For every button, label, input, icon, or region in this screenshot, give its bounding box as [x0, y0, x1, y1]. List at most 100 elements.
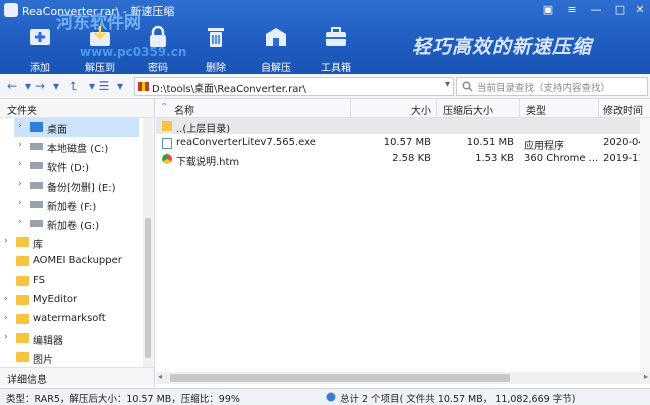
add-label: 添加 — [14, 59, 66, 74]
column-size-label: 大小 — [411, 102, 431, 117]
search-icon — [462, 81, 473, 92]
toolbox-label: 工具箱 — [310, 59, 362, 74]
forward-button[interactable]: → — [32, 78, 48, 94]
tree-item[interactable]: ›MyEditor — [0, 291, 140, 310]
expand-arrow-icon[interactable]: › — [4, 313, 8, 323]
expand-arrow-icon[interactable]: › — [4, 236, 8, 246]
tree-item[interactable]: › 新加卷 (G:) — [0, 214, 140, 233]
tree-item[interactable]: › 桌面 — [14, 118, 139, 137]
table-row[interactable]: reaConverterLitev7.565.exe10.57 MB10.51 … — [156, 135, 650, 151]
table-row[interactable]: ..(上层目录) — [156, 118, 650, 134]
tree-item[interactable]: › 备份[勿删] (E:) — [0, 176, 140, 195]
cell-size: 2.58 KB — [392, 153, 431, 164]
column-size[interactable]: 大小 — [351, 99, 437, 117]
folders-header-label: 文件夹 — [7, 102, 37, 117]
horizontal-scroll-thumb[interactable] — [170, 374, 510, 382]
tree-item[interactable]: 图片 — [0, 348, 140, 367]
expand-arrow-icon[interactable]: › — [18, 140, 22, 150]
column-type[interactable]: 类型 — [520, 99, 599, 117]
delete-label: 删除 — [190, 59, 242, 74]
tree-item[interactable]: › watermarksoft — [0, 310, 140, 329]
tree-item[interactable]: › 新加卷 (F:) — [0, 195, 140, 214]
menu-icon[interactable]: ≡ — [562, 2, 582, 18]
folder-icon — [16, 352, 29, 362]
view-dropdown-icon[interactable]: ▾ — [112, 78, 128, 94]
column-modified-label: 修改时间 — [603, 102, 643, 117]
self-extract-button[interactable]: 自解压 — [250, 22, 302, 72]
details-panel-toggle[interactable]: 详细信息 — [0, 367, 154, 386]
tree-item-label: watermarksoft — [33, 313, 106, 324]
cell-type: 360 Chrome ... — [524, 153, 598, 164]
status-left-text: 类型：RAR5，解压后大小：10.57 MB，压缩比：99% — [6, 391, 240, 405]
file-list-pane: ⌃ 名称 大小 压缩后大小 类型 修改时间 ..(上层目录)reaConvert… — [156, 99, 650, 387]
tree-item-label: 编辑器 — [33, 332, 63, 347]
column-modified[interactable]: 修改时间 — [599, 99, 650, 117]
tree-scroll-thumb[interactable] — [145, 218, 151, 358]
folder-icon — [16, 237, 29, 247]
extract-to-button[interactable]: 解压到 — [74, 22, 126, 72]
expand-arrow-icon[interactable]: › — [18, 159, 22, 169]
expand-arrow-icon[interactable]: › — [18, 217, 22, 227]
column-packed-label: 压缩后大小 — [443, 102, 493, 117]
expand-arrow-icon[interactable]: › — [4, 332, 8, 342]
scroll-left-icon[interactable]: ◂ — [158, 372, 162, 381]
tree-item-label: 新加卷 (F:) — [47, 198, 96, 213]
cell-name: 下载说明.htm — [176, 153, 239, 168]
tree-item[interactable]: › 本地磁盘 (C:) — [0, 137, 140, 156]
table-row[interactable]: 下载说明.htm2.58 KB1.53 KB360 Chrome ...2019… — [156, 151, 650, 167]
skin-icon[interactable]: ▣ — [538, 2, 558, 18]
delete-button[interactable]: 删除 — [190, 22, 242, 72]
address-bar: ← ▾ → ▾ ⮤ ▾ ☰ ▾ D:\tools\桌面\ReaConverter… — [0, 74, 650, 99]
drive-icon — [30, 162, 43, 169]
tree-item-label: 桌面 — [47, 121, 67, 136]
drive-icon — [30, 201, 43, 208]
drive-icon — [30, 220, 43, 227]
lock-icon — [145, 24, 171, 50]
view-mode-button[interactable]: ☰ — [96, 78, 112, 94]
path-dropdown-icon[interactable]: ▾ — [445, 79, 450, 90]
tree-item-label: 本地磁盘 (C:) — [47, 140, 108, 155]
tree-item[interactable]: › 编辑器 — [0, 329, 140, 348]
tree-item[interactable]: ›软件 (D:) — [0, 156, 140, 175]
forward-dropdown-icon[interactable]: ▾ — [48, 78, 64, 94]
file-list-scrollbar[interactable] — [640, 118, 650, 372]
folder-icon — [16, 333, 29, 343]
minimize-button[interactable]: — — [586, 2, 606, 18]
column-packed-size[interactable]: 压缩后大小 — [437, 99, 520, 117]
tree-item[interactable]: ›库 — [0, 233, 140, 252]
expand-arrow-icon[interactable]: › — [18, 179, 22, 189]
cell-name: ..(上层目录) — [176, 120, 230, 135]
tree-item-label: 新加卷 (G:) — [47, 217, 99, 232]
up-folder-button[interactable]: ⮤ — [66, 78, 82, 94]
extract-to-label: 解压到 — [74, 59, 126, 74]
close-button[interactable]: ✕ — [630, 2, 650, 18]
expand-arrow-icon[interactable]: › — [4, 294, 8, 304]
app-logo-icon — [4, 3, 18, 17]
search-input[interactable]: 当前目录查找（支持内容查找） — [456, 77, 648, 96]
add-button[interactable]: 添加 — [14, 22, 66, 72]
horizontal-scrollbar[interactable]: ◂ ▸ — [156, 372, 650, 384]
archive-icon — [138, 81, 149, 92]
toolbox-button[interactable]: 工具箱 — [310, 22, 362, 72]
scroll-right-icon[interactable]: ▸ — [644, 372, 648, 381]
encrypt-button[interactable]: 密码 — [132, 22, 184, 72]
column-name-label: 名称 — [174, 102, 194, 117]
tree-item-label: 库 — [33, 236, 43, 251]
tree-item[interactable]: AOMEI Backupper — [0, 252, 140, 271]
path-input[interactable]: D:\tools\桌面\ReaConverter.rar\ ▾ — [134, 77, 454, 96]
tree-scrollbar[interactable] — [143, 118, 153, 368]
column-name[interactable]: ⌃ 名称 — [156, 99, 351, 117]
maximize-button[interactable]: □ — [610, 2, 630, 18]
expand-arrow-icon[interactable]: › — [18, 121, 22, 131]
expand-arrow-icon[interactable]: › — [18, 198, 22, 208]
details-label: 详细信息 — [7, 371, 47, 386]
path-text: D:\tools\桌面\ReaConverter.rar\ — [152, 80, 306, 95]
cell-size: 10.57 MB — [384, 137, 431, 148]
tree-item[interactable]: FS — [0, 272, 140, 291]
status-bar: 类型：RAR5，解压后大小：10.57 MB，压缩比：99% 总计 2 个项目(… — [0, 388, 650, 405]
back-button[interactable]: ← — [4, 78, 20, 94]
status-right-text: 总计 2 个项目( 文件共 10.57 MB， 11,082,669 字节) — [340, 391, 575, 405]
tree-item-label: 备份[勿删] (E:) — [47, 179, 115, 194]
folder-icon — [16, 295, 29, 305]
encrypt-label: 密码 — [132, 59, 184, 74]
